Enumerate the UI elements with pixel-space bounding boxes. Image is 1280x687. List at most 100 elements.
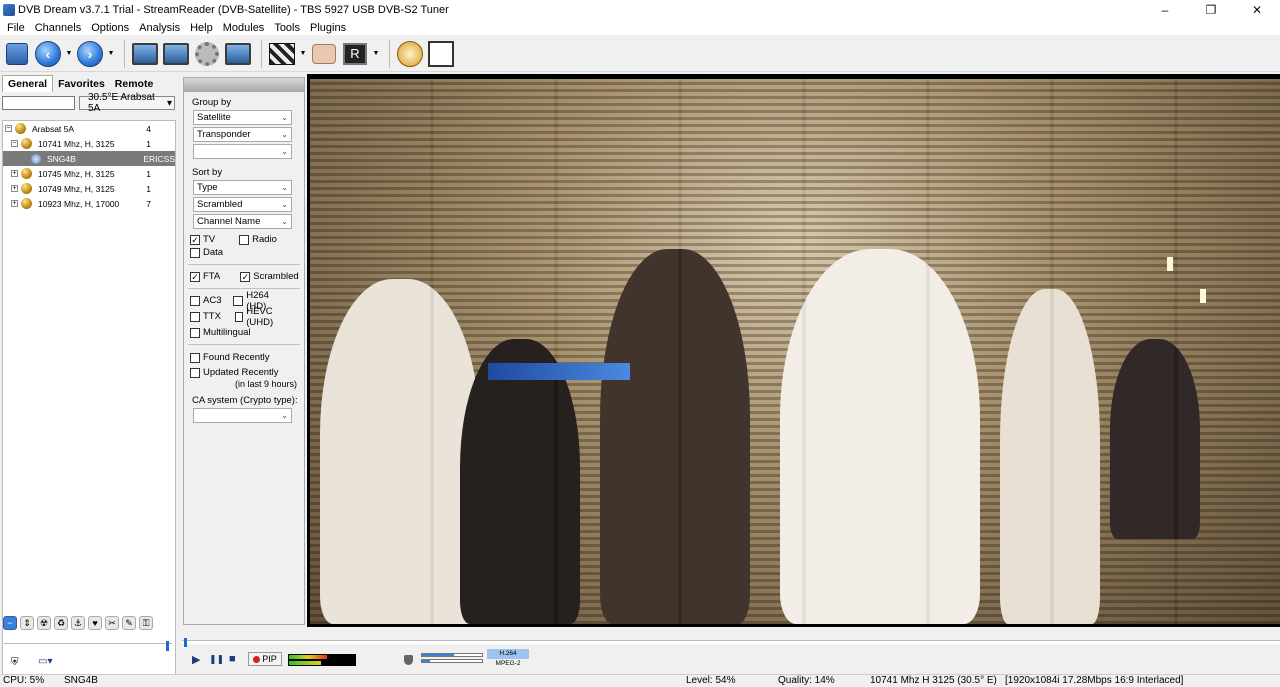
multilingual-checkbox[interactable]: Multilingual: [190, 327, 251, 338]
checkbox-box: [234, 311, 244, 322]
codec-h264: H.264: [487, 649, 529, 659]
tab-remote[interactable]: Remote: [110, 76, 159, 92]
tools-icon[interactable]: ✂: [105, 616, 119, 630]
channel-tree[interactable]: − Arabsat 5A 4 − 10741 Mhz, H, 3125 1 SN…: [2, 120, 176, 684]
collapse-icon[interactable]: −: [11, 140, 18, 147]
volume-slider-track[interactable]: [4, 643, 172, 647]
hevc-checkbox[interactable]: HEVC (UHD): [234, 306, 290, 328]
checkbox-label: TV: [203, 234, 216, 245]
expand-icon[interactable]: +: [11, 185, 18, 192]
scrambled-checkbox[interactable]: ✓ Scrambled: [240, 271, 299, 282]
window-controls: – ❐ ✕: [1142, 0, 1280, 20]
tree-node-channel[interactable]: SNG4B ERICSS: [3, 151, 175, 166]
video-frame: [307, 74, 1280, 627]
epg-button[interactable]: [427, 40, 455, 68]
epg-icon: [428, 40, 454, 67]
radiation-icon[interactable]: ☢: [37, 616, 51, 630]
tree-node-transponder[interactable]: + 10745 Mhz, H, 3125 1: [3, 166, 175, 181]
video-display[interactable]: [310, 79, 1280, 624]
menu-help[interactable]: Help: [185, 22, 218, 34]
tv-checkbox[interactable]: ✓ TV: [190, 234, 215, 245]
menu-options[interactable]: Options: [86, 22, 134, 34]
media-dropdown[interactable]: ▼: [299, 40, 307, 68]
timer-button[interactable]: [396, 40, 424, 68]
maximize-button[interactable]: ❐: [1188, 0, 1234, 20]
ac3-checkbox[interactable]: AC3: [190, 295, 221, 306]
seek-thumb[interactable]: [184, 638, 187, 647]
sort-by-select-2[interactable]: Scrambled ⌄: [193, 197, 292, 212]
group-by-select-2[interactable]: Transponder ⌄: [193, 127, 292, 142]
found-recently-checkbox[interactable]: Found Recently: [190, 352, 270, 363]
sort-by-select-1[interactable]: Type ⌄: [193, 180, 292, 195]
checkbox-label: Scrambled: [253, 271, 299, 282]
audio-level-right: [289, 661, 321, 665]
menu-tools[interactable]: Tools: [269, 22, 305, 34]
anchor-icon[interactable]: ⚓: [71, 616, 85, 630]
minimize-button[interactable]: –: [1142, 0, 1188, 20]
checkbox-label: TTX: [203, 311, 221, 322]
menu-channels[interactable]: Channels: [30, 22, 86, 34]
expand-icon[interactable]: +: [11, 170, 18, 177]
shield-icon[interactable]: ⛨: [11, 657, 19, 668]
menu-analysis[interactable]: Analysis: [134, 22, 185, 34]
aspect-ratio-icon[interactable]: ▭▾: [38, 656, 52, 667]
ttx-checkbox[interactable]: TTX: [190, 311, 221, 322]
forward-dropdown[interactable]: ▼: [107, 40, 115, 68]
ca-system-select[interactable]: ⌄: [193, 408, 292, 423]
volume-slider-thumb[interactable]: [166, 641, 169, 651]
forward-button[interactable]: ›: [76, 40, 104, 68]
expand-icon[interactable]: +: [11, 200, 18, 207]
collapse-icon[interactable]: −: [5, 125, 12, 132]
record-dropdown[interactable]: ▼: [372, 40, 380, 68]
group-by-select-1[interactable]: Satellite ⌄: [193, 110, 292, 125]
lock-icon[interactable]: ⚿: [139, 616, 153, 630]
edit-icon[interactable]: ✎: [122, 616, 136, 630]
channel-database-button[interactable]: [3, 40, 31, 68]
checkbox-box: ✓: [190, 271, 200, 282]
collapse-all-icon[interactable]: −: [3, 616, 17, 630]
tree-node-transponder[interactable]: + 10749 Mhz, H, 3125 1: [3, 181, 175, 196]
database-icon: [6, 42, 28, 65]
tree-node-satellite[interactable]: − Arabsat 5A 4: [3, 121, 175, 136]
satellite-select[interactable]: 30.5°E Arabsat 5A ▾: [79, 92, 175, 114]
fullscreen-button[interactable]: [131, 40, 159, 68]
data-checkbox[interactable]: Data: [190, 247, 223, 258]
back-dropdown[interactable]: ▼: [65, 40, 73, 68]
sort-icon[interactable]: ⇕: [20, 616, 34, 630]
tab-favorites[interactable]: Favorites: [53, 76, 110, 92]
sort-by-select-3[interactable]: Channel Name ⌄: [193, 214, 292, 229]
record-button[interactable]: R: [341, 40, 369, 68]
pause-button[interactable]: ❚❚: [209, 654, 224, 665]
stop-button[interactable]: ■: [229, 653, 236, 665]
fta-checkbox[interactable]: ✓ FTA: [190, 271, 220, 282]
checkbox-label: Updated Recently: [203, 367, 279, 378]
window-mode-button[interactable]: [162, 40, 190, 68]
screenshot-button[interactable]: [224, 40, 252, 68]
tree-node-transponder[interactable]: + 10923 Mhz, H, 17000 7: [3, 196, 175, 211]
radio-checkbox[interactable]: Radio: [239, 234, 277, 245]
updated-recently-checkbox[interactable]: Updated Recently: [190, 367, 279, 378]
menu-plugins[interactable]: Plugins: [305, 22, 351, 34]
pip-button[interactable]: PIP: [248, 652, 282, 666]
menu-modules[interactable]: Modules: [218, 22, 270, 34]
media-button[interactable]: [268, 40, 296, 68]
eraser-icon: [312, 43, 336, 64]
transponder-icon: [21, 183, 32, 194]
heart-icon[interactable]: ♥: [88, 616, 102, 630]
close-button[interactable]: ✕: [1234, 0, 1280, 20]
toolbar: ‹ ▼ › ▼ ▼ R ▼: [0, 36, 1280, 72]
satellite-icon: [15, 123, 26, 134]
checkbox-box: [190, 311, 200, 322]
tree-node-transponder[interactable]: − 10741 Mhz, H, 3125 1: [3, 136, 175, 151]
recycle-icon[interactable]: ♻: [54, 616, 68, 630]
group-by-select-3[interactable]: ⌄: [193, 144, 292, 159]
channel-filter-input[interactable]: [2, 96, 75, 110]
back-icon: ‹: [35, 40, 61, 67]
play-button[interactable]: ▶: [192, 653, 200, 666]
clear-button[interactable]: [310, 40, 338, 68]
tab-general[interactable]: General: [2, 75, 54, 92]
menu-file[interactable]: File: [2, 22, 30, 34]
settings-button[interactable]: [193, 40, 221, 68]
back-button[interactable]: ‹: [34, 40, 62, 68]
seek-bar[interactable]: [182, 640, 1280, 644]
